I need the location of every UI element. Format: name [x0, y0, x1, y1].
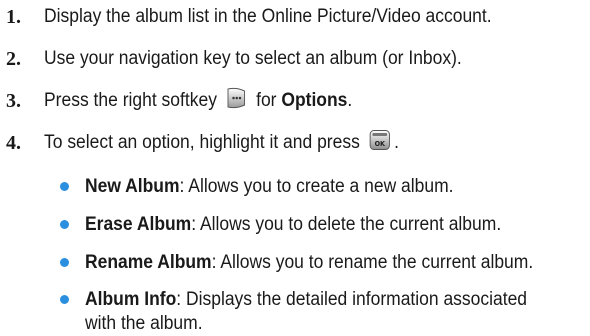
- step-text-before: Press the right softkey: [44, 90, 217, 112]
- option-description: : Allows you to delete the current album…: [191, 214, 502, 235]
- bullet-icon: [60, 220, 69, 229]
- step-number: 1.: [6, 5, 21, 28]
- step-text: To select an option, highlight it and pr…: [44, 129, 399, 157]
- option-erase-album: Erase Album: Allows you to delete the cu…: [60, 213, 580, 237]
- step-number: 4.: [6, 131, 21, 154]
- manual-page: 1. Display the album list in the Online …: [0, 0, 590, 336]
- option-term: Album Info: [85, 289, 177, 310]
- ok-key-icon: OK: [368, 129, 390, 157]
- step-4: 4. To select an option, highlight it and…: [0, 128, 430, 158]
- options-keyword: Options: [281, 90, 348, 112]
- step-3: 3. Press the right softkey for Options.: [0, 86, 379, 116]
- bullet-icon: [60, 258, 69, 267]
- step-number: 2.: [6, 47, 21, 70]
- step-text-after: .: [347, 90, 353, 112]
- option-description: : Allows you to rename the current album…: [211, 252, 534, 273]
- option-album-info: Album Info: Displays the detailed inform…: [60, 288, 580, 336]
- step-text-before: To select an option, highlight it and pr…: [44, 132, 360, 154]
- option-term: Erase Album: [85, 214, 192, 235]
- option-term: New Album: [85, 176, 180, 197]
- step-number: 3.: [6, 89, 21, 112]
- option-rename-album: Rename Album: Allows you to rename the c…: [60, 251, 580, 275]
- bullet-icon: [60, 182, 69, 191]
- option-new-album: New Album: Allows you to create a new al…: [60, 175, 580, 199]
- step-text: Press the right softkey for Options.: [44, 87, 352, 115]
- step-text: Use your navigation key to select an alb…: [44, 48, 462, 69]
- step-text-after: .: [394, 132, 399, 154]
- bullet-icon: [60, 295, 69, 304]
- svg-text:OK: OK: [374, 140, 385, 148]
- option-description: : Allows you to create a new album.: [179, 176, 454, 197]
- right-softkey-icon: [225, 87, 247, 115]
- option-term: Rename Album: [85, 252, 212, 273]
- step-2: 2. Use your navigation key to select an …: [0, 44, 498, 74]
- step-1: 1. Display the album list in the Online …: [0, 2, 531, 32]
- step-text: Display the album list in the Online Pic…: [44, 6, 492, 27]
- step-text-middle: for: [256, 90, 277, 112]
